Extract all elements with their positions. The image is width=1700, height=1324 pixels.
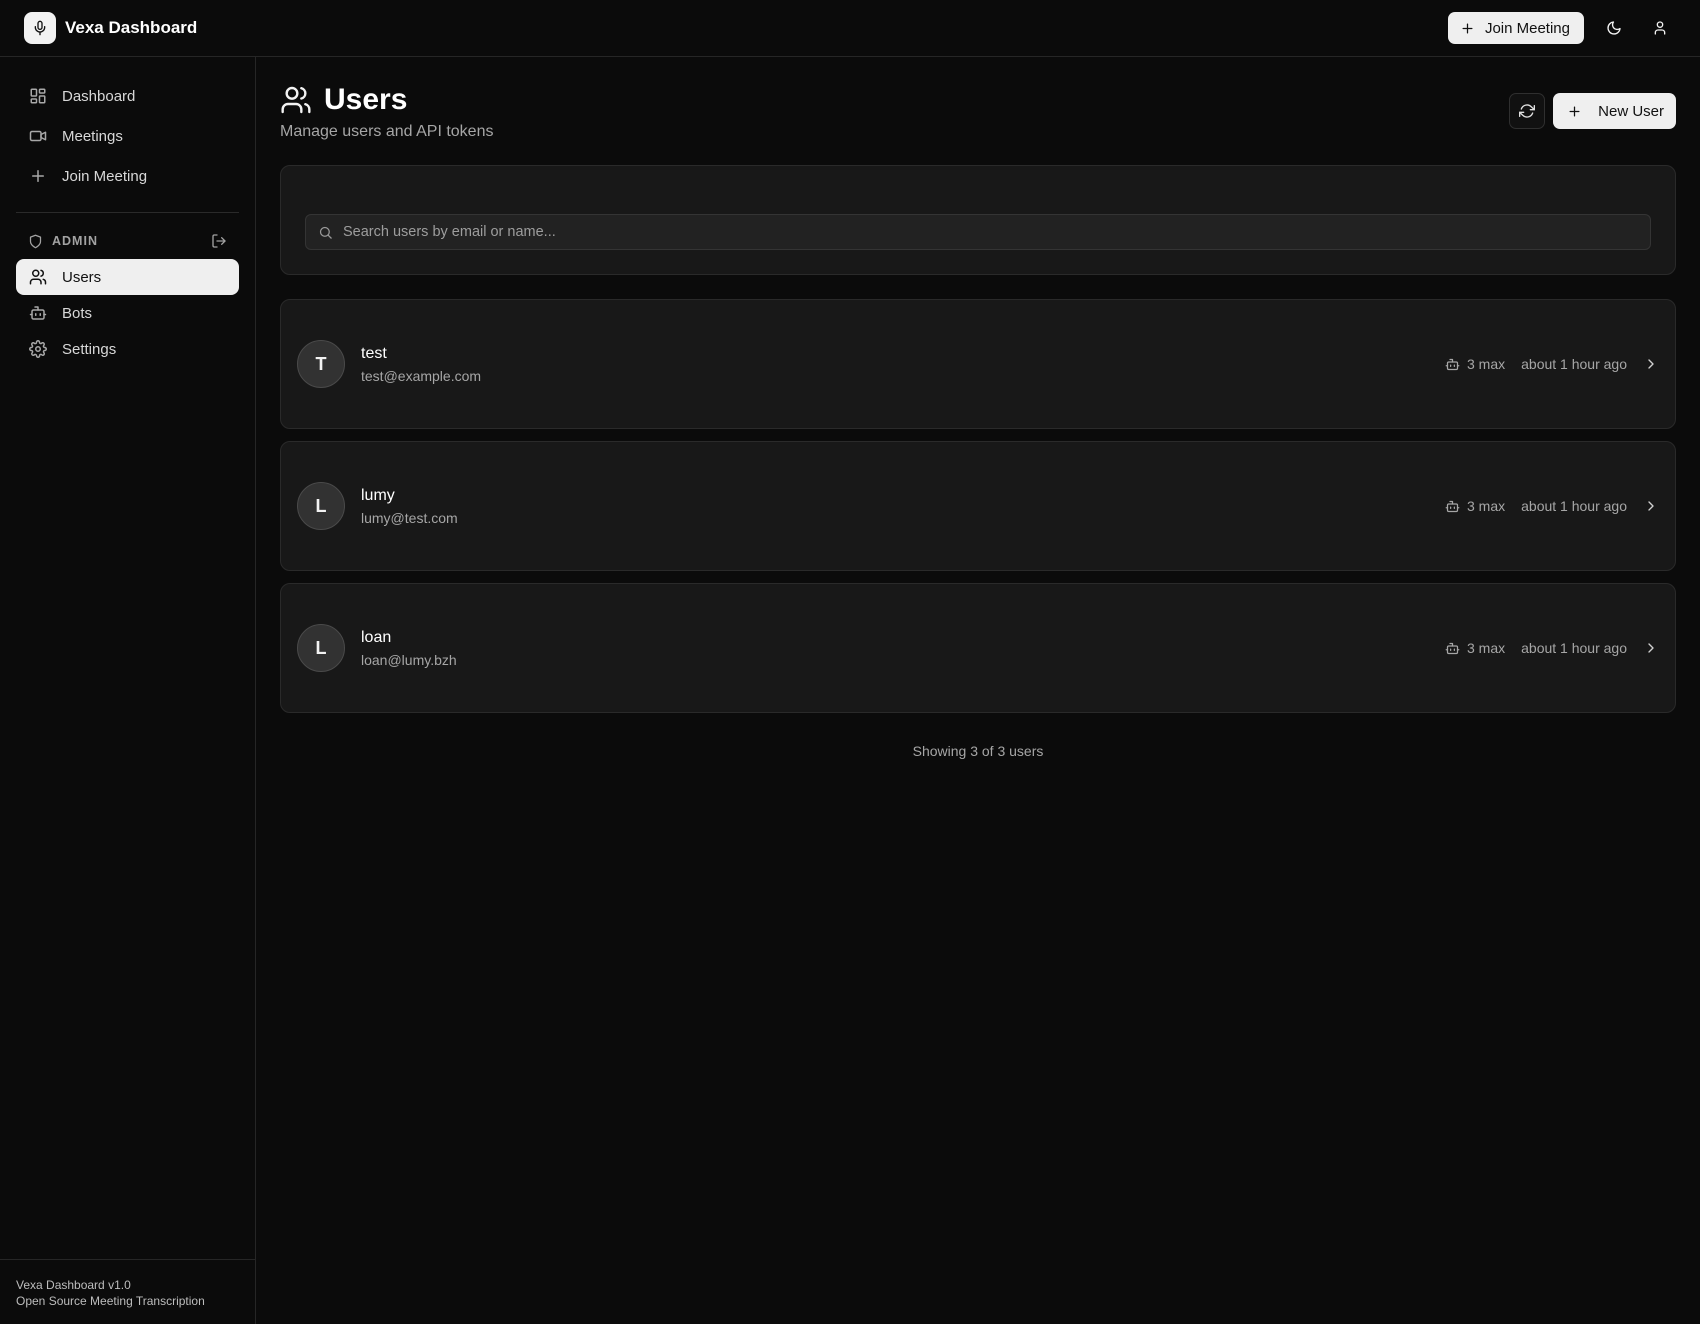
sidebar-item-bots[interactable]: Bots [16, 295, 239, 331]
user-email: lumy@test.com [361, 509, 458, 526]
sidebar-item-users[interactable]: Users [16, 259, 239, 295]
user-name: test [361, 344, 387, 362]
dashboard-icon [28, 86, 48, 106]
sidebar-item-join-meeting[interactable]: Join Meeting [16, 158, 239, 194]
join-meeting-button[interactable]: Join Meeting [1447, 12, 1584, 44]
join-meeting-label: Join Meeting [1484, 19, 1570, 37]
users-icon [280, 84, 312, 116]
refresh-button[interactable] [1509, 93, 1546, 129]
avatar: T [297, 340, 345, 388]
shield-icon [28, 234, 43, 249]
user-list: T test test@example.com 3 max about 1 ho… [280, 299, 1676, 725]
main-nav: Dashboard Meetings Join Meeting [0, 57, 255, 194]
search-input[interactable] [343, 224, 1638, 240]
new-user-button[interactable]: New User [1553, 93, 1676, 129]
sidebar-item-label: Settings [62, 340, 117, 358]
moon-icon [1606, 20, 1622, 36]
sidebar-item-settings[interactable]: Settings [16, 331, 239, 367]
sidebar-item-dashboard[interactable]: Dashboard [16, 78, 239, 114]
theme-toggle-button[interactable] [1598, 12, 1630, 44]
user-row[interactable]: L lumy lumy@test.com 3 max about 1 hour … [280, 441, 1676, 571]
admin-nav: Users Bots Settings [0, 259, 255, 367]
plus-icon [1567, 104, 1582, 119]
search-card [280, 165, 1676, 275]
created-time: about 1 hour ago [1521, 498, 1627, 514]
brand[interactable]: Vexa Dashboard [24, 12, 197, 44]
video-icon [28, 126, 48, 146]
avatar: L [297, 624, 345, 672]
created-time: about 1 hour ago [1521, 640, 1627, 656]
user-email: test@example.com [361, 367, 482, 384]
sidebar: Dashboard Meetings Join Meeting ADMIN Us… [0, 57, 256, 1324]
bot-icon [1445, 641, 1460, 656]
created-time: about 1 hour ago [1521, 356, 1627, 372]
version-text: Vexa Dashboard v1.0 [16, 1278, 131, 1292]
plus-icon [1460, 21, 1475, 36]
new-user-label: New User [1598, 102, 1664, 120]
result-count: Showing 3 of 3 users [912, 743, 1044, 759]
sidebar-item-label: Dashboard [62, 87, 136, 105]
avatar: L [297, 482, 345, 530]
top-bar: Vexa Dashboard Join Meeting [0, 0, 1700, 57]
sidebar-footer: Vexa Dashboard v1.0 Open Source Meeting … [0, 1259, 255, 1324]
max-bots-text: 3 max [1467, 640, 1506, 656]
bot-icon [28, 303, 48, 323]
gear-icon [28, 339, 48, 359]
search-icon [318, 225, 333, 240]
page-title: Users [324, 83, 408, 116]
chevron-right-icon [1643, 640, 1659, 656]
chevron-right-icon [1643, 356, 1659, 372]
user-menu-button[interactable] [1644, 12, 1676, 44]
app-title: Vexa Dashboard [65, 18, 198, 37]
page-actions: New User [1509, 93, 1676, 129]
chevron-right-icon [1643, 498, 1659, 514]
page-header: Users Manage users and API tokens [280, 83, 493, 141]
user-icon [1652, 20, 1668, 36]
sidebar-item-label: Join Meeting [62, 167, 148, 185]
sidebar-item-label: Bots [62, 304, 93, 322]
main-content: Users Manage users and API tokens New Us… [256, 57, 1700, 1324]
sidebar-item-label: Meetings [62, 127, 123, 145]
search-field[interactable] [305, 214, 1651, 250]
user-row[interactable]: L loan loan@lumy.bzh 3 max about 1 hour … [280, 583, 1676, 713]
user-email: loan@lumy.bzh [361, 651, 457, 668]
refresh-icon [1519, 103, 1536, 119]
bot-icon [1445, 357, 1460, 372]
max-bots-text: 3 max [1467, 498, 1506, 514]
sidebar-divider [16, 212, 239, 213]
user-row[interactable]: T test test@example.com 3 max about 1 ho… [280, 299, 1676, 429]
exit-admin-icon[interactable] [211, 233, 227, 249]
admin-section-header: ADMIN [0, 227, 255, 255]
admin-label: ADMIN [52, 234, 98, 248]
page-subtitle: Manage users and API tokens [280, 123, 494, 140]
microphone-icon [24, 12, 56, 44]
user-name: lumy [361, 486, 395, 504]
tagline-text: Open Source Meeting Transcription [16, 1294, 205, 1308]
bot-icon [1445, 499, 1460, 514]
max-bots-text: 3 max [1467, 356, 1506, 372]
users-icon [28, 267, 48, 287]
user-name: loan [361, 628, 392, 646]
sidebar-item-meetings[interactable]: Meetings [16, 118, 239, 154]
plus-icon [28, 166, 48, 186]
sidebar-item-label: Users [62, 268, 102, 286]
